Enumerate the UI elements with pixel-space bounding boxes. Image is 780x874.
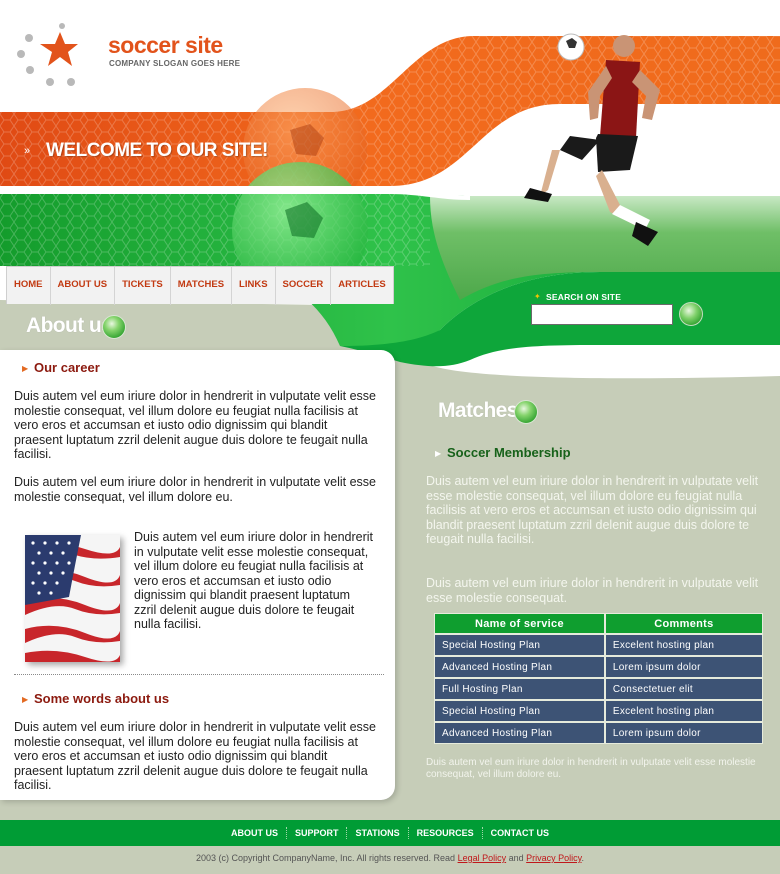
table-row: Special Hosting Plan Excelent hosting pl… (434, 700, 763, 722)
nav-articles[interactable]: ARTICLES (331, 267, 393, 305)
footer-resources-link[interactable]: RESOURCES (407, 827, 482, 839)
copyright-and: and (508, 853, 524, 863)
nav-about-us[interactable]: ABOUT US (51, 267, 116, 305)
table-cell: Excelent hosting plan (604, 700, 763, 722)
words-heading: Some words about us (34, 691, 170, 706)
search-label: SEARCH ON SITE (546, 292, 622, 302)
footer-support-link[interactable]: SUPPORT (285, 827, 347, 839)
arrow-right-icon: ▶ (22, 695, 29, 704)
nav-home[interactable]: HOME (7, 267, 51, 305)
services-table: Name of service Comments Special Hosting… (434, 613, 763, 744)
table-row: Advanced Hosting Plan Lorem ipsum dolor (434, 656, 763, 678)
footer-about-us-link[interactable]: ABOUT US (223, 827, 286, 839)
nav-soccer[interactable]: SOCCER (276, 267, 332, 305)
table-cell: Excelent hosting plan (604, 634, 763, 656)
chevron-right-icon: » (24, 145, 31, 157)
dotted-divider (14, 674, 384, 675)
column-header: Name of service (434, 613, 605, 634)
table-row: Special Hosting Plan Excelent hosting pl… (434, 634, 763, 656)
search-input[interactable] (531, 304, 673, 325)
membership-heading: Soccer Membership (447, 445, 571, 460)
table-cell: Advanced Hosting Plan (434, 722, 605, 744)
welcome-heading: WELCOME TO OUR SITE! (46, 140, 268, 161)
privacy-policy-link[interactable]: Privacy Policy (526, 853, 581, 863)
membership-paragraph-1: Duis autem vel eum iriure dolor in hendr… (426, 474, 759, 546)
logo-slogan: COMPANY SLOGAN GOES HERE (109, 59, 241, 68)
table-header-row: Name of service Comments (434, 613, 763, 634)
table-row: Full Hosting Plan Consectetuer elit (434, 678, 763, 700)
footer-stations-link[interactable]: STATIONS (346, 827, 407, 839)
copyright-period: . (581, 853, 585, 863)
words-paragraph: Duis autem vel eum iriure dolor in hendr… (14, 720, 376, 792)
ball-icon (102, 315, 126, 339)
career-paragraph-3: Duis autem vel eum iriure dolor in hendr… (134, 530, 373, 631)
arrow-right-icon: ▶ (22, 364, 29, 373)
column-header: Comments (604, 613, 763, 634)
table-cell: Lorem ipsum dolor (604, 722, 763, 744)
table-cell: Full Hosting Plan (434, 678, 605, 700)
copyright-prefix: 2003 (c) Copyright CompanyName, Inc. All… (195, 853, 456, 863)
nav-tickets[interactable]: TICKETS (115, 267, 171, 305)
table-cell: Advanced Hosting Plan (434, 656, 605, 678)
table-cell: Special Hosting Plan (434, 634, 605, 656)
arrow-right-icon: ▶ (435, 449, 442, 458)
career-heading: Our career (34, 360, 100, 375)
table-cell: Special Hosting Plan (434, 700, 605, 722)
nav-matches[interactable]: MATCHES (171, 267, 233, 305)
table-row: Advanced Hosting Plan Lorem ipsum dolor (434, 722, 763, 744)
legal-policy-link[interactable]: Legal Policy (458, 853, 507, 863)
copyright-text: 2003 (c) Copyright CompanyName, Inc. All… (0, 853, 780, 863)
career-paragraph-1: Duis autem vel eum iriure dolor in hendr… (14, 389, 376, 461)
table-cell: Consectetuer elit (604, 678, 763, 700)
nav-links[interactable]: LINKS (232, 267, 276, 305)
matches-title: Matches (438, 399, 518, 422)
matches-small-text: Duis autem vel eum iriure dolor in hendr… (426, 757, 756, 780)
star-icon: ✦ (534, 292, 541, 301)
membership-paragraph-2: Duis autem vel eum iriure dolor in hendr… (426, 576, 759, 605)
about-title: About us (26, 314, 113, 337)
career-paragraph-2: Duis autem vel eum iriure dolor in hendr… (14, 475, 376, 504)
logo-text[interactable]: soccer site (108, 32, 223, 59)
footer-contact-us-link[interactable]: CONTACT US (481, 827, 557, 839)
search-button[interactable] (679, 302, 703, 326)
ball-icon (514, 400, 538, 424)
main-nav: HOME ABOUT US TICKETS MATCHES LINKS SOCC… (6, 266, 394, 305)
us-flag-image (25, 535, 120, 662)
table-cell: Lorem ipsum dolor (604, 656, 763, 678)
footer-nav: ABOUT US SUPPORT STATIONS RESOURCES CONT… (0, 820, 780, 846)
